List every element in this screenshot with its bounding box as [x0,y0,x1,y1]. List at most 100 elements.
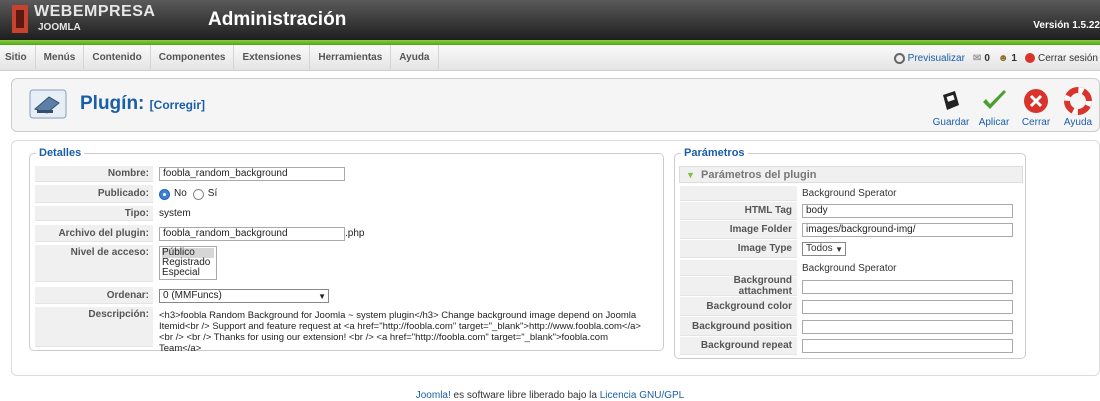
bg-color-label: Background color [680,297,797,316]
details-legend: Detalles [36,147,85,159]
image-folder-input[interactable]: images/background-img/ [802,223,1013,237]
save-button[interactable]: Guardar [929,85,973,128]
order-select[interactable]: 0 (MMFuncs) ▼ [159,289,329,303]
menu-item-extensiones[interactable]: Extensiones [234,45,311,71]
type-row: Tipo: system [35,206,191,221]
menu-item-contenido[interactable]: Contenido [84,45,151,71]
bg-position-input[interactable] [802,319,1013,334]
image-type-row: Image Type Todos ▼ [680,240,846,258]
published-label: Publicado: [35,185,153,203]
footer-text: es software libre liberado bajo la [450,390,600,401]
bg-position-row: Background position [680,317,1013,336]
bg-position-label: Background position [680,317,797,336]
file-row: Archivo del plugin: foobla_random_backgr… [35,225,364,242]
bg-repeat-row: Background repeat [680,337,1013,355]
menu-item-herramientas[interactable]: Herramientas [310,45,392,71]
html-tag-row: HTML Tag body [680,202,1013,220]
preview-link[interactable]: Previsualizar [893,52,965,64]
mail-icon: ✉ [972,52,982,64]
save-icon [943,91,959,110]
chevron-down-icon: ▼ [835,245,843,254]
access-label: Nivel de acceso: [35,245,153,282]
bg-repeat-label: Background repeat [680,337,797,355]
separator-row-2: Background Sperator [680,260,897,276]
close-button[interactable]: Cerrar [1015,85,1057,128]
menu-item-ayuda[interactable]: Ayuda [391,45,439,71]
separator-1: Background Sperator [802,188,897,199]
details-panel: Detalles Nombre: foobla_random_backgroun… [29,147,664,354]
main-menu: Sitio Menús Contenido Componentes Extens… [0,45,439,71]
menu-item-componentes[interactable]: Componentes [151,45,235,71]
image-type-select[interactable]: Todos ▼ [802,242,846,256]
name-row: Nombre: foobla_random_background [35,166,345,182]
parameters-legend: Parámetros [681,147,748,159]
chevron-down-icon: ▼ [318,292,326,301]
users-icon: ☻ [997,52,1009,64]
image-type-label: Image Type [680,240,797,258]
status-bar: Previsualizar ✉ 0 ☻ 1 Cerrar sesión [893,45,1098,71]
admin-title: Administración [208,9,347,30]
name-label: Nombre: [35,166,153,182]
joomla-logo-icon [12,5,28,33]
license-link[interactable]: Licencia GNU/GPL [600,390,684,401]
image-folder-row: Image Folder images/background-img/ [680,221,1013,239]
separator-2: Background Sperator [802,262,897,274]
logout-icon [1024,53,1035,63]
order-label: Ordenar: [35,287,153,304]
published-yes-label: Sí [207,188,218,199]
published-no-radio[interactable] [159,189,170,200]
image-folder-label: Image Folder [680,221,797,239]
parameters-panel: Parámetros ▼ Parámetros del plugin Backg… [674,147,1026,359]
header: WEBEMPRESA JOOMLA Administración Versión… [0,0,1100,40]
toolbar: Plugín: [Corregir] Guardar Aplicar Cerra… [11,78,1100,132]
bg-repeat-input[interactable] [802,339,1013,353]
magnifier-icon [893,52,905,64]
menu-bar: Sitio Menús Contenido Componentes Extens… [0,45,1100,71]
access-option-especial[interactable]: Especial [162,268,214,278]
access-row: Nivel de acceso: Público Registrado Espe… [35,245,217,282]
brand-name: WEBEMPRESA [34,3,156,20]
close-icon [1024,89,1048,113]
html-tag-label: HTML Tag [680,202,797,220]
description-label: Descripción: [35,307,153,347]
type-label: Tipo: [35,206,153,221]
plugin-params-pane-header[interactable]: ▼ Parámetros del plugin [679,166,1023,183]
published-yes-radio[interactable] [192,189,204,200]
brand-sub: JOOMLA [38,22,81,33]
bg-attachment-input[interactable] [802,279,1013,294]
users-online[interactable]: ☻ 1 [998,53,1017,64]
name-input[interactable]: foobla_random_background [159,167,345,181]
apply-button[interactable]: Aplicar [973,85,1015,128]
help-button[interactable]: Ayuda [1057,85,1099,128]
html-tag-input[interactable]: body [802,204,1013,218]
published-row: Publicado: No Sí [35,185,217,203]
access-level-listbox[interactable]: Público Registrado Especial [159,246,217,280]
joomla-link[interactable]: Joomla! [416,390,451,401]
separator-row-1: Background Sperator [680,186,897,201]
order-row: Ordenar: 0 (MMFuncs) ▼ [35,287,329,304]
description-text: <h3>foobla Random Background for Joomla … [159,310,641,354]
menu-item-sitio[interactable]: Sitio [0,45,36,71]
plugin-icon [29,89,67,119]
footer: Joomla! es software libre liberado bajo … [0,390,1100,401]
bg-color-row: Background color [680,297,1013,316]
bg-attachment-label: Background attachment [680,275,797,297]
published-no-label: No [174,188,187,199]
messages-link[interactable]: ✉ 0 [973,53,990,64]
file-extension: .php [345,228,365,239]
file-label: Archivo del plugin: [35,225,153,242]
triangle-down-icon: ▼ [686,170,695,180]
bg-attachment-row: Background attachment [680,275,1013,297]
page-title: Plugín: [Corregir] [80,93,206,114]
checkmark-icon [983,90,1006,109]
lifebuoy-icon [1064,87,1092,115]
type-value: system [159,208,191,219]
menu-item-menus[interactable]: Menús [36,45,85,71]
logout-link[interactable]: Cerrar sesión [1024,53,1098,64]
bg-color-input[interactable] [802,299,1013,314]
page-subtitle: [Corregir] [149,98,206,112]
toolbar-buttons: Guardar Aplicar Cerrar Ayuda [929,85,1099,128]
plugin-file-input[interactable]: foobla_random_background [159,227,345,241]
description-row: Descripción: <h3>foobla Random Backgroun… [35,307,648,354]
version-label: Versión 1.5.22 [1033,20,1100,31]
